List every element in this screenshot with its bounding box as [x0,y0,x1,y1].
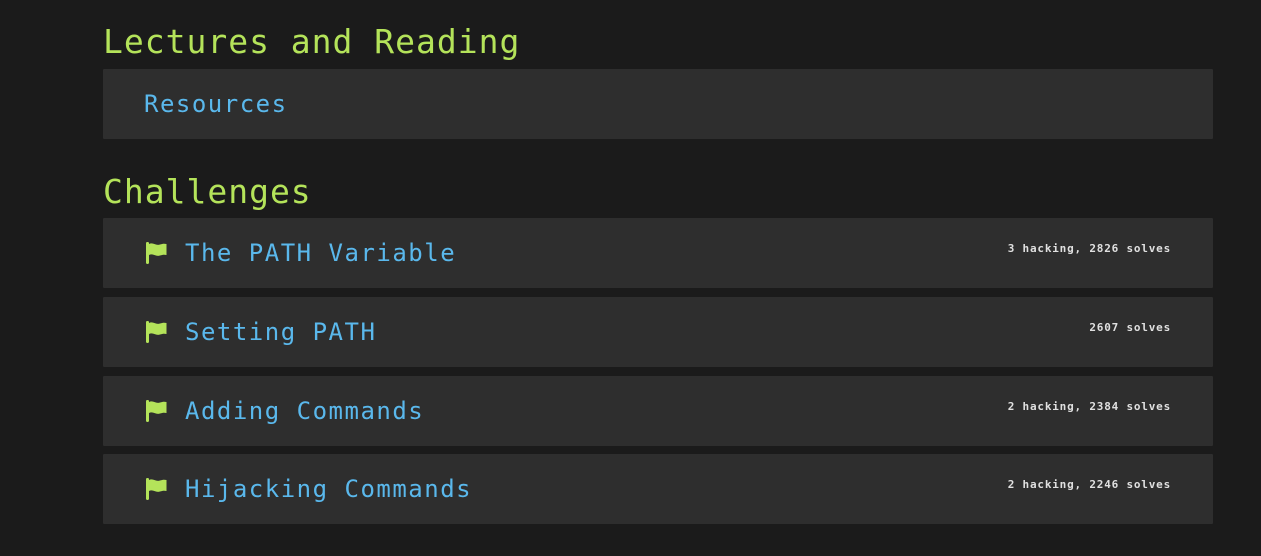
challenge-stats: 2607 solves [1089,321,1171,334]
challenge-stats: 2 hacking, 2246 solves [1007,478,1171,491]
challenge-title[interactable]: The PATH Variable [185,218,456,288]
challenge-title[interactable]: Adding Commands [185,376,424,446]
flag-icon [146,400,167,422]
flag-icon [146,478,167,500]
challenge-title[interactable]: Hijacking Commands [185,454,472,524]
challenge-stats: 3 hacking, 2826 solves [1007,242,1171,255]
flag-icon [146,242,167,264]
resources-item[interactable]: Resources [103,69,1213,139]
challenge-title[interactable]: Setting PATH [185,297,376,367]
lectures-heading: Lectures and Reading [103,22,521,61]
challenge-item-path-variable[interactable]: The PATH Variable 3 hacking, 2826 solves [103,218,1213,288]
flag-icon [146,321,167,343]
challenges-heading: Challenges [103,172,312,211]
challenge-item-adding-commands[interactable]: Adding Commands 2 hacking, 2384 solves [103,376,1213,446]
challenge-stats: 2 hacking, 2384 solves [1007,400,1171,413]
challenge-item-setting-path[interactable]: Setting PATH 2607 solves [103,297,1213,367]
challenge-item-hijacking-commands[interactable]: Hijacking Commands 2 hacking, 2246 solve… [103,454,1213,524]
resources-label[interactable]: Resources [144,69,288,139]
